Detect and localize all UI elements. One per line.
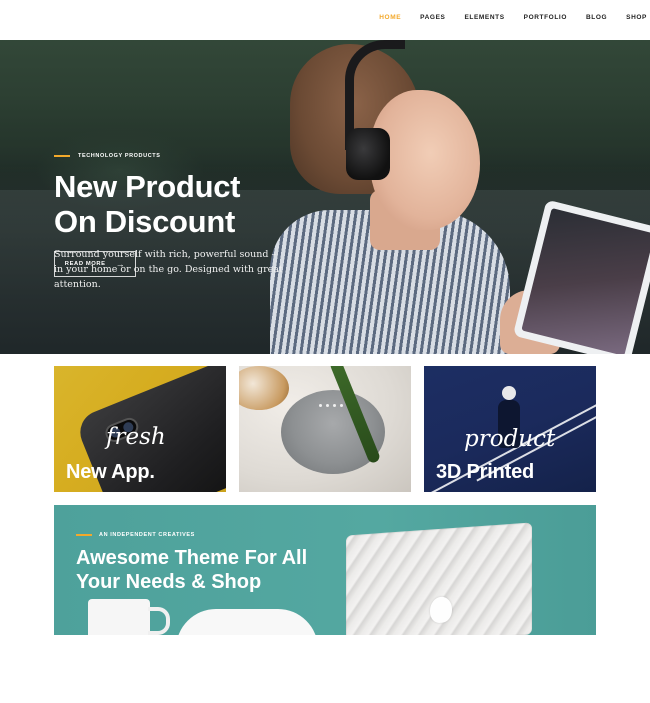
hero-eyebrow-text: TECHNOLOGY PRODUCTS	[78, 153, 161, 159]
promo-card-new-app[interactable]: fresh New App.	[54, 366, 226, 492]
hero-title-line1: New Product	[54, 169, 241, 204]
nav-item-shop[interactable]: SHOP	[626, 14, 647, 21]
banner-title-line2: Your Needs & Shop	[76, 571, 262, 593]
hero-banner: TECHNOLOGY PRODUCTS New Product On Disco…	[0, 40, 650, 354]
headphones-icon	[346, 128, 390, 180]
nav-item-blog[interactable]: BLOG	[586, 14, 607, 21]
chair-image	[176, 609, 318, 635]
nav-item-elements[interactable]: ELEMENTS	[464, 14, 504, 21]
vr-headset-icon	[502, 386, 516, 400]
promo-banner[interactable]: AN INDEPENDENT CREATIVES Awesome Theme F…	[54, 505, 596, 635]
mug-image	[88, 599, 150, 635]
speaker-lights	[319, 404, 343, 407]
eyebrow-accent-line	[54, 155, 70, 157]
coffee-cup-image	[239, 366, 289, 410]
read-more-button[interactable]: READ MORE →	[54, 251, 136, 277]
hero-title-line2: On Discount	[54, 204, 235, 239]
banner-eyebrow: AN INDEPENDENT CREATIVES	[76, 532, 195, 538]
arrow-right-icon: →	[115, 258, 126, 269]
banner-eyebrow-text: AN INDEPENDENT CREATIVES	[99, 532, 195, 538]
promo-card-smart-speaker[interactable]	[239, 366, 411, 492]
read-more-label: READ MORE	[64, 261, 106, 267]
nav-item-home[interactable]: HOME	[379, 14, 401, 21]
card-title-3d-printed: 3D Printed	[436, 461, 535, 483]
banner-title: Awesome Theme For All Your Needs & Shop	[76, 546, 376, 594]
card-title-new-app: New App.	[66, 461, 155, 483]
card-script-product: product	[464, 426, 556, 452]
hero-eyebrow: TECHNOLOGY PRODUCTS	[54, 153, 314, 159]
apple-logo-icon	[430, 596, 452, 624]
nav-item-pages[interactable]: PAGES	[420, 14, 445, 21]
card-script-fresh: fresh	[106, 424, 166, 450]
promo-card-3d-printed[interactable]: product 3D Printed	[424, 366, 596, 492]
top-navigation: HOME PAGES ELEMENTS PORTFOLIO BLOG SHOP	[0, 0, 650, 40]
nav-item-portfolio[interactable]: PORTFOLIO	[524, 14, 567, 21]
hero-title: New Product On Discount	[54, 169, 314, 239]
mug-handle	[148, 607, 170, 635]
eyebrow-accent-line	[76, 534, 92, 536]
banner-title-line1: Awesome Theme For All	[76, 547, 308, 569]
main-menu: HOME PAGES ELEMENTS PORTFOLIO BLOG SHOP	[379, 14, 647, 21]
tablet-screen	[521, 208, 650, 354]
